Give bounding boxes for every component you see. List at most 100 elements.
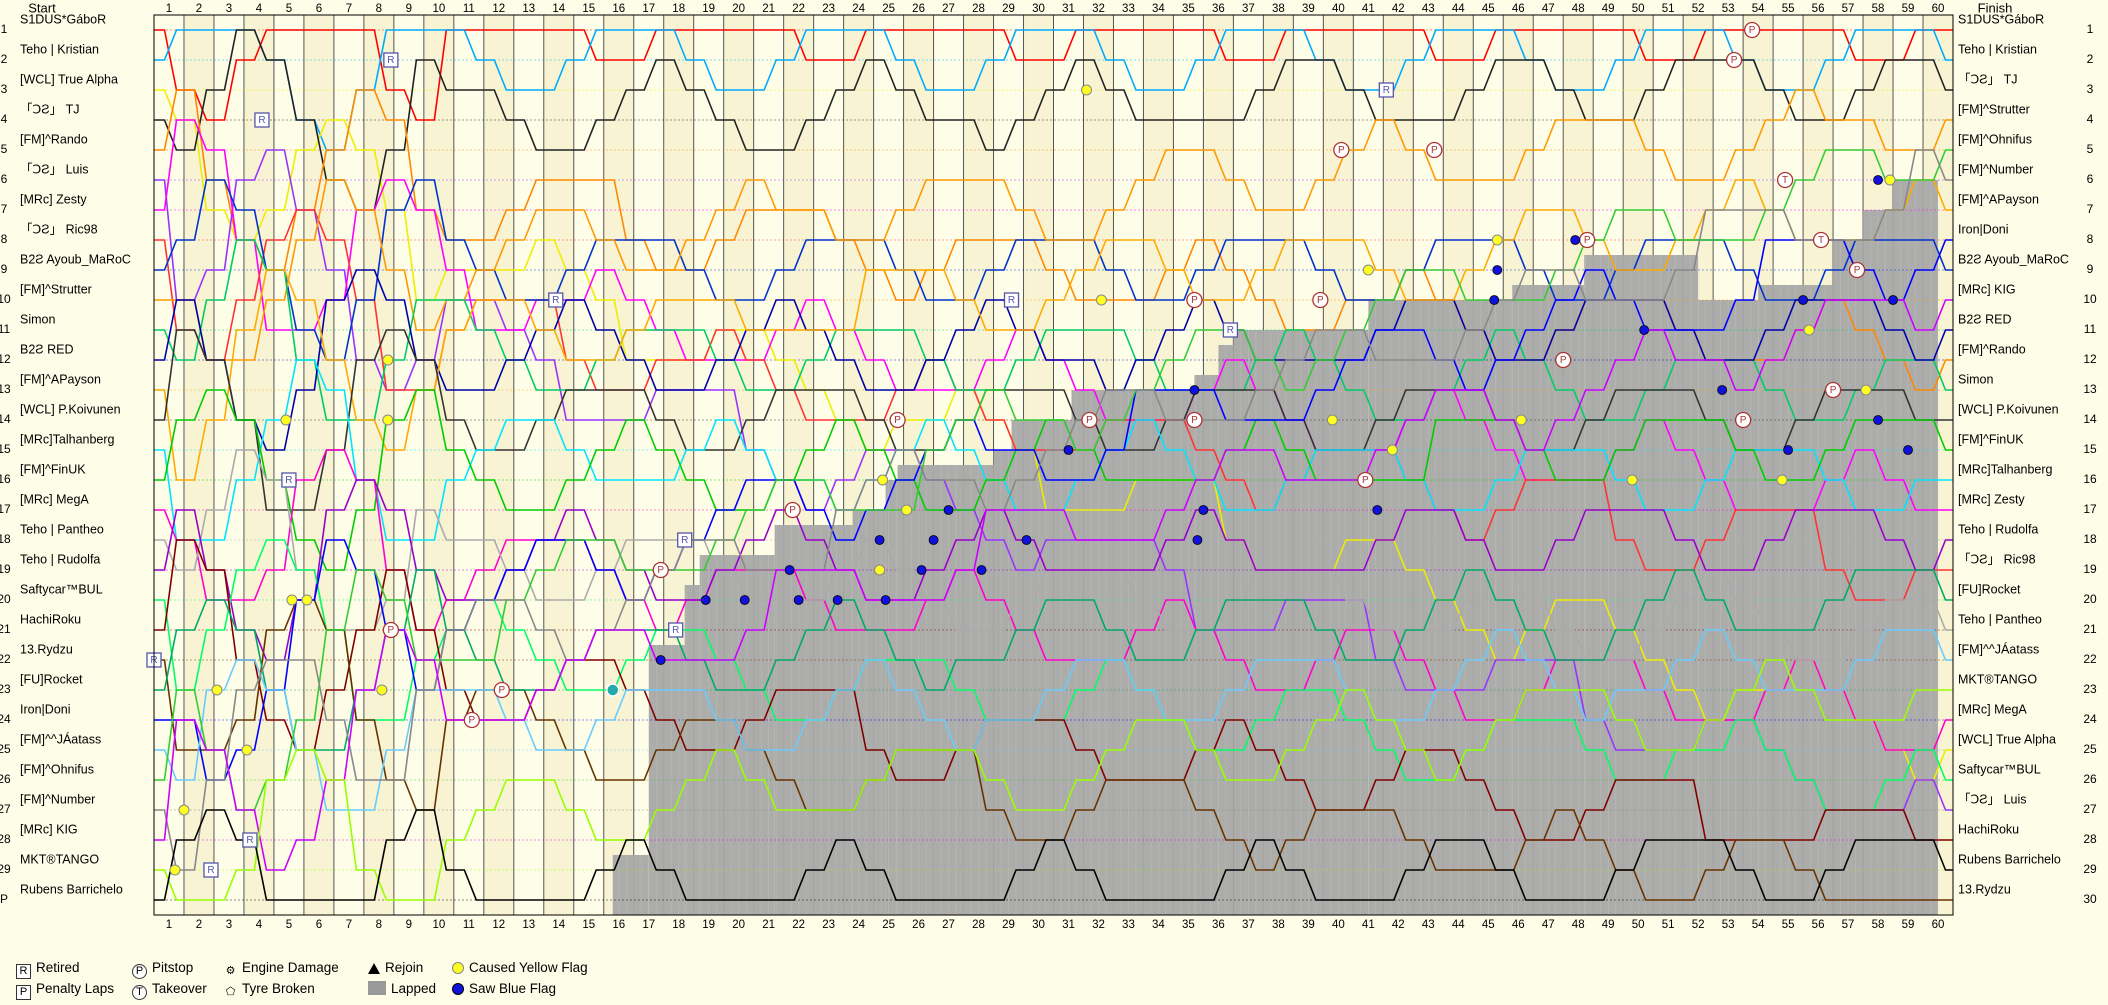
lap-tick-bottom: 44	[1452, 919, 1465, 931]
position-label-left: 13	[0, 382, 11, 396]
lap-tick-bottom: 59	[1902, 919, 1915, 931]
position-label-right: 29	[2083, 862, 2097, 876]
lap-tick-bottom: 36	[1212, 919, 1225, 931]
finish-driver-label: [FM]^APayson	[1958, 192, 2039, 206]
lap-tick-bottom: 45	[1482, 919, 1495, 931]
position-label-right: 24	[2083, 712, 2097, 726]
lap-tick-bottom: 15	[582, 919, 595, 931]
legend-blue: Saw Blue Flag	[452, 981, 556, 996]
lap-tick-top: 6	[316, 3, 322, 15]
legend-engine: ⚙ Engine Damage	[224, 960, 339, 978]
finish-driver-label: Teho | Rudolfa	[1958, 522, 2038, 536]
lap-tick-bottom: 1	[166, 919, 172, 931]
position-label-left: 24	[0, 712, 11, 726]
lap-tick-bottom: 6	[316, 919, 322, 931]
lap-tick-top: 34	[1152, 3, 1165, 15]
retired-icon: R	[16, 964, 31, 979]
lap-tick-top: 59	[1902, 3, 1915, 15]
blue-flag-marker	[1639, 325, 1650, 335]
lap-tick-bottom: 41	[1362, 919, 1375, 931]
pitstop-marker-label: P	[1191, 295, 1198, 306]
legend-blue-label: Saw Blue Flag	[469, 981, 557, 996]
position-label-left: 17	[0, 502, 11, 516]
yellow-flag-marker	[901, 504, 913, 516]
start-driver-label: Rubens Barrichelo	[20, 882, 123, 896]
lap-tick-bottom: 35	[1182, 919, 1195, 931]
lap-tick-bottom: 25	[882, 919, 895, 931]
lap-tick-top: 5	[286, 3, 292, 15]
legend-takeover-label: Takeover	[152, 981, 207, 996]
position-label-left: 4	[1, 112, 8, 126]
position-label-right: 14	[2083, 412, 2097, 426]
lap-tick-top: 11	[463, 3, 475, 15]
yellow-flag-marker	[376, 684, 388, 696]
lap-tick-top: 36	[1212, 3, 1225, 15]
chart-legend: R Retired P Penalty Laps P Pitstop T Takeove…	[16, 960, 716, 1004]
lap-tick-bottom: 43	[1422, 919, 1435, 931]
lap-tick-top: 58	[1872, 3, 1885, 15]
position-label-right: 1	[2087, 22, 2094, 36]
lap-tick-top: 39	[1302, 3, 1315, 15]
position-label-right: 25	[2083, 742, 2097, 756]
lap-tick-bottom: 42	[1392, 919, 1405, 931]
yellow-flag-marker	[1080, 84, 1092, 96]
position-label-left: 7	[1, 202, 8, 216]
position-label-left: 11	[0, 322, 11, 336]
yellow-flag-marker	[874, 564, 886, 576]
position-label-right: 18	[2083, 532, 2097, 546]
position-label-left: 18	[0, 532, 11, 546]
position-label-left: 27	[0, 802, 11, 816]
position-label-right: 7	[2087, 202, 2094, 216]
lap-tick-bottom: 37	[1242, 919, 1255, 931]
start-driver-label: [FM]^Number	[20, 792, 95, 806]
retired-marker-label: R	[1383, 85, 1390, 96]
position-label-left: 6	[1, 172, 8, 186]
lap-tick-bottom: 60	[1932, 919, 1945, 931]
lapped-area	[1368, 300, 1513, 915]
lap-tick-bottom: 2	[196, 919, 202, 931]
position-label-right: 23	[2083, 682, 2097, 696]
lap-tick-top: 3	[226, 3, 232, 15]
lap-tick-bottom: 53	[1722, 919, 1735, 931]
pitstop-marker-label: P	[388, 625, 395, 636]
finish-driver-label: MKT®TANGO	[1958, 672, 2037, 686]
lap-tick-bottom: 28	[972, 919, 985, 931]
lap-tick-bottom: 24	[852, 919, 865, 931]
pitstop-marker-label: P	[789, 505, 796, 516]
position-label-right: 13	[2083, 382, 2097, 396]
lap-tick-top: 19	[702, 3, 715, 15]
lap-tick-top: 41	[1362, 3, 1375, 15]
lap-tick-top: 16	[612, 3, 625, 15]
position-label-left: 25	[0, 742, 11, 756]
lap-tick-top: 49	[1602, 3, 1615, 15]
position-label-left: 23	[0, 682, 11, 696]
position-label-right: 19	[2083, 562, 2097, 576]
lapped-swatch	[368, 981, 386, 995]
yellow-flag-marker	[1626, 474, 1638, 486]
blue-flag-marker	[1489, 295, 1500, 305]
pitstop-marker-label: P	[1431, 145, 1438, 156]
finish-driver-label: [FM]^^JÁatass	[1958, 641, 2039, 656]
race-position-chart: P P R R R P P T P T P R R P P R P P P P P P R P P R P P R R P P R R Start F…	[0, 0, 2108, 1005]
pitstop-marker-label: P	[1317, 295, 1324, 306]
lap-tick-bottom: 3	[226, 919, 232, 931]
lapped-area	[1584, 255, 1699, 915]
lap-tick-top: 38	[1272, 3, 1285, 15]
lap-tick-top: 48	[1572, 3, 1585, 15]
finish-driver-label: [MRc]Talhanberg	[1958, 462, 2053, 476]
finish-driver-label: Rubens Barrichelo	[1958, 852, 2061, 866]
lap-tick-top: 56	[1812, 3, 1825, 15]
start-driver-label: 「ↃƧ」 Luis	[20, 162, 89, 176]
position-label-left: 10	[0, 292, 11, 306]
lap-tick-top: 21	[762, 3, 775, 15]
lap-tick-top: 8	[376, 3, 382, 15]
position-label-right: 12	[2083, 352, 2097, 366]
legend-takeover: T Takeover	[132, 981, 207, 1000]
retired-marker-label: R	[246, 835, 253, 846]
engine-damage-marker	[605, 683, 620, 697]
finish-driver-label: [MRc] MegA	[1958, 702, 2027, 716]
finish-driver-label: [WCL] P.Koivunen	[1958, 402, 2059, 416]
lap-tick-bottom: 39	[1302, 919, 1315, 931]
chart-svg: PPRRRP PTP TPR R P PRPPP P P PR PPRPP RRPPRRStart F…	[0, 0, 2097, 931]
lap-tick-bottom: 49	[1602, 919, 1615, 931]
